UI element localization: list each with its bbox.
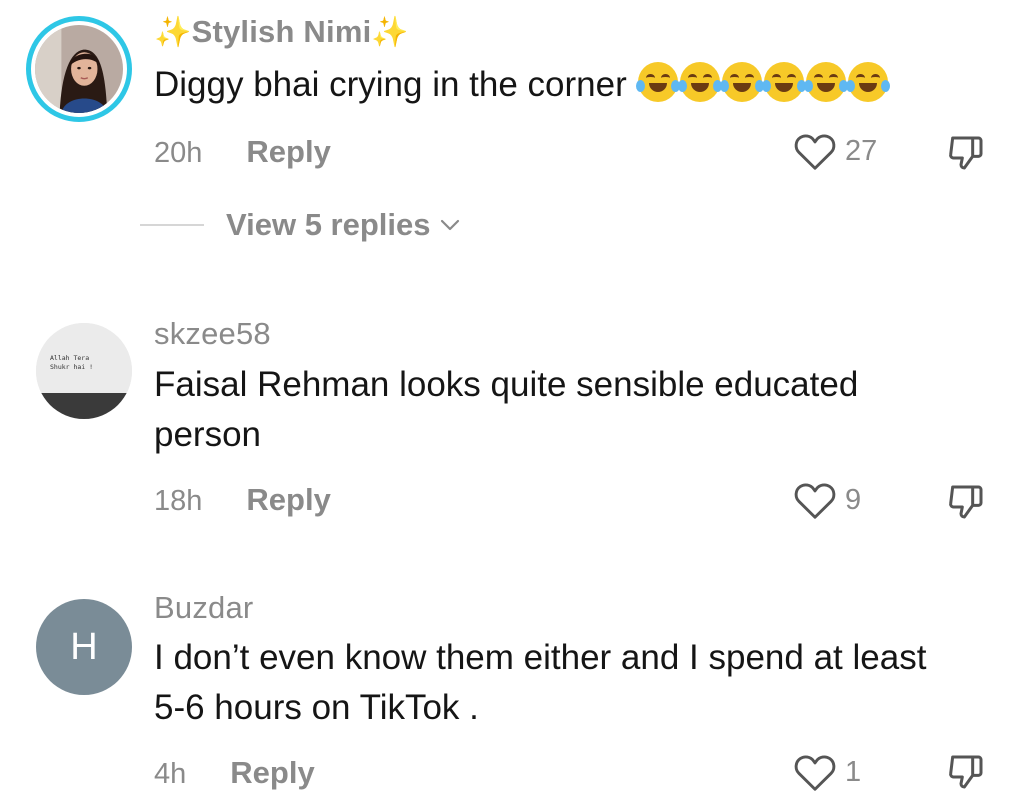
view-replies-label: View 5 replies xyxy=(226,207,431,242)
like-button[interactable]: 27 xyxy=(793,131,877,171)
avatar[interactable] xyxy=(26,16,132,122)
comment-time: 4h xyxy=(154,758,187,790)
sparkle-icon: ✨ xyxy=(371,16,409,49)
comment-username[interactable]: ✨Stylish Nimi✨ xyxy=(154,14,409,50)
laughing-emoji-icon xyxy=(762,62,807,102)
thumbs-down-icon xyxy=(949,755,983,789)
comment-meta: 18h Reply xyxy=(154,482,331,518)
like-count: 27 xyxy=(845,134,878,167)
laughing-emoji-icon xyxy=(636,62,681,102)
reply-button[interactable]: Reply xyxy=(246,134,330,170)
sparkle-icon: ✨ xyxy=(154,16,192,49)
comment-meta: 20h Reply xyxy=(154,134,331,170)
svg-text:Allah Tera: Allah Tera xyxy=(50,354,89,362)
avatar-image: Allah Tera Shukr hai ! xyxy=(36,323,132,419)
comment-meta: 4h Reply xyxy=(154,755,315,791)
like-button[interactable]: 9 xyxy=(793,480,861,520)
svg-text:Shukr hai !: Shukr hai ! xyxy=(50,363,93,371)
username-text: Buzdar xyxy=(154,590,254,625)
divider-line xyxy=(140,224,204,226)
avatar[interactable]: Allah Tera Shukr hai ! xyxy=(36,323,132,419)
laughing-emoji-icon xyxy=(846,62,891,102)
username-text: skzee58 xyxy=(154,316,271,351)
dislike-button[interactable] xyxy=(944,752,988,797)
chevron-down-icon xyxy=(440,219,459,231)
dislike-button[interactable] xyxy=(944,482,988,527)
dislike-button[interactable] xyxy=(944,133,988,178)
view-replies-button[interactable]: View 5 replies xyxy=(140,207,463,243)
profile-photo-icon xyxy=(35,25,123,113)
heart-outline-icon xyxy=(794,134,836,170)
like-button[interactable]: 1 xyxy=(793,752,861,792)
laughing-emoji-icon xyxy=(804,62,849,102)
laughing-emoji-icon xyxy=(720,62,765,102)
comment-username[interactable]: Buzdar xyxy=(154,590,253,626)
emoji-group xyxy=(636,62,891,104)
like-count: 1 xyxy=(845,755,862,788)
heart-outline-icon xyxy=(794,483,836,519)
username-text: Stylish Nimi xyxy=(191,14,372,49)
comment-text: Faisal Rehman looks quite sensible educa… xyxy=(154,365,859,454)
avatar-letter: H xyxy=(70,625,98,668)
avatar-photo xyxy=(35,25,123,113)
comment-text: Diggy bhai crying in the corner xyxy=(154,65,627,104)
comment-text: I don’t even know them either and I spen… xyxy=(154,638,927,727)
thumbs-down-icon xyxy=(949,485,983,519)
comment-time: 18h xyxy=(154,485,203,517)
comment-time: 20h xyxy=(154,137,203,169)
reply-button[interactable]: Reply xyxy=(246,482,330,518)
heart-outline-icon xyxy=(794,755,836,791)
like-count: 9 xyxy=(845,483,862,516)
comment-text-row: Diggy bhai crying in the corner xyxy=(154,60,974,110)
comment-username[interactable]: skzee58 xyxy=(154,316,271,352)
laughing-emoji-icon xyxy=(678,62,723,102)
thumbs-down-icon xyxy=(949,136,983,170)
avatar[interactable]: H xyxy=(36,599,132,695)
reply-button[interactable]: Reply xyxy=(230,755,314,791)
comment-item: ✨Stylish Nimi✨ Diggy bhai crying in the … xyxy=(0,0,1024,270)
